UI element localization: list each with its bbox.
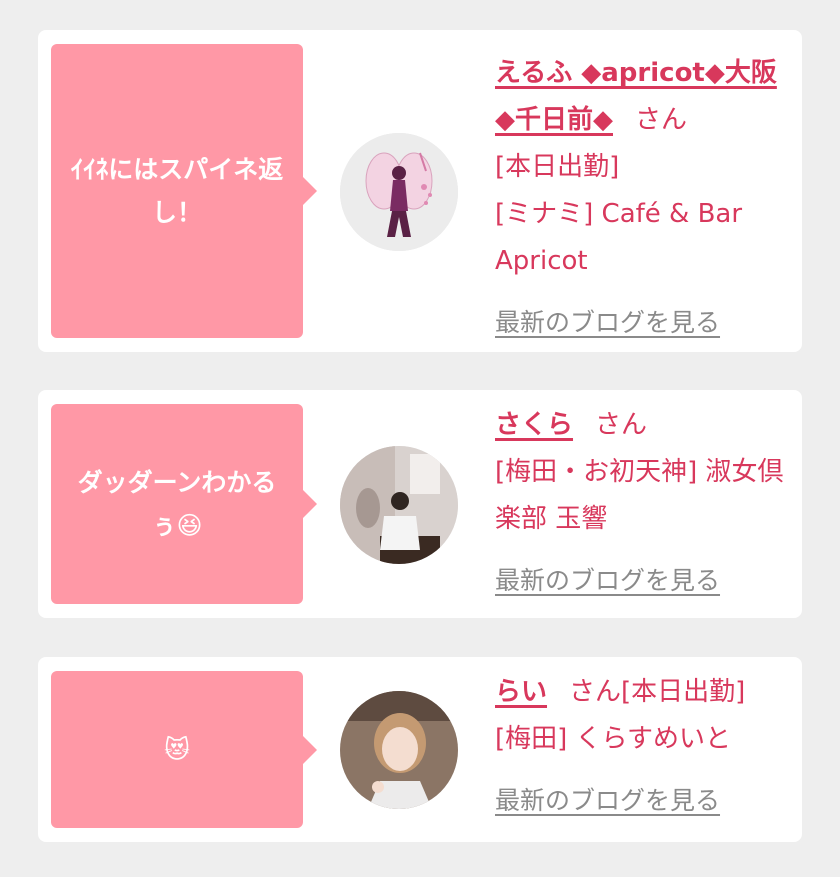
- reply-card: ｲｲﾈにはスパイネ返し！ えるふ ◆apricot◆大阪◆千日前◆ さん [本日出…: [38, 30, 802, 352]
- photo-avatar-icon: [340, 691, 458, 809]
- honorific: さん: [595, 410, 648, 440]
- shop-text: [ミナミ] Café & Bar Apricot: [495, 199, 743, 276]
- message-text: ｲｲﾈにはスパイネ返し！: [70, 155, 284, 227]
- shop-text: [梅田・お初天神] 淑女倶楽部 玉響: [495, 457, 784, 534]
- fairy-avatar-icon: [340, 133, 458, 251]
- message-text: ダッダーンわかるぅ😆: [77, 468, 277, 540]
- latest-blog-link[interactable]: 最新のブログを見る: [495, 299, 720, 346]
- latest-blog-link[interactable]: 最新のブログを見る: [495, 557, 720, 604]
- user-name-link[interactable]: さくら: [495, 410, 573, 440]
- honorific: さん: [635, 105, 688, 135]
- post-info: らい さん[本日出勤] [梅田] くらすめいと 最新のブログを見る: [495, 669, 795, 825]
- message-bubble: ダッダーンわかるぅ😆: [51, 404, 317, 604]
- avatar[interactable]: [340, 446, 458, 564]
- post-info: さくら さん [梅田・お初天神] 淑女倶楽部 玉響 最新のブログを見る: [495, 402, 795, 605]
- avatar[interactable]: [340, 691, 458, 809]
- shop-text: [梅田] くらすめいと: [495, 724, 732, 754]
- user-name-link[interactable]: らい: [495, 677, 547, 707]
- message-bubble: ｲｲﾈにはスパイネ返し！: [51, 44, 317, 338]
- reply-list: ｲｲﾈにはスパイネ返し！ えるふ ◆apricot◆大阪◆千日前◆ さん [本日出…: [0, 0, 840, 877]
- status-text: [本日出勤]: [495, 152, 620, 182]
- message-bubble: 😻: [51, 671, 317, 828]
- avatar[interactable]: [340, 133, 458, 251]
- honorific: さん[本日出勤]: [569, 677, 746, 707]
- photo-avatar-icon: [340, 446, 458, 564]
- post-info: えるふ ◆apricot◆大阪◆千日前◆ さん [本日出勤] [ミナミ] Café…: [495, 50, 795, 347]
- reply-card: ダッダーンわかるぅ😆 さくら さん [梅田・お初天神] 淑女倶楽部 玉響 最新のブ…: [38, 390, 802, 618]
- message-text: 😻: [163, 735, 191, 764]
- reply-card: 😻 らい さん[本日出勤] [梅田] くらすめいと 最新のブログを見る: [38, 657, 802, 842]
- latest-blog-link[interactable]: 最新のブログを見る: [495, 777, 720, 824]
